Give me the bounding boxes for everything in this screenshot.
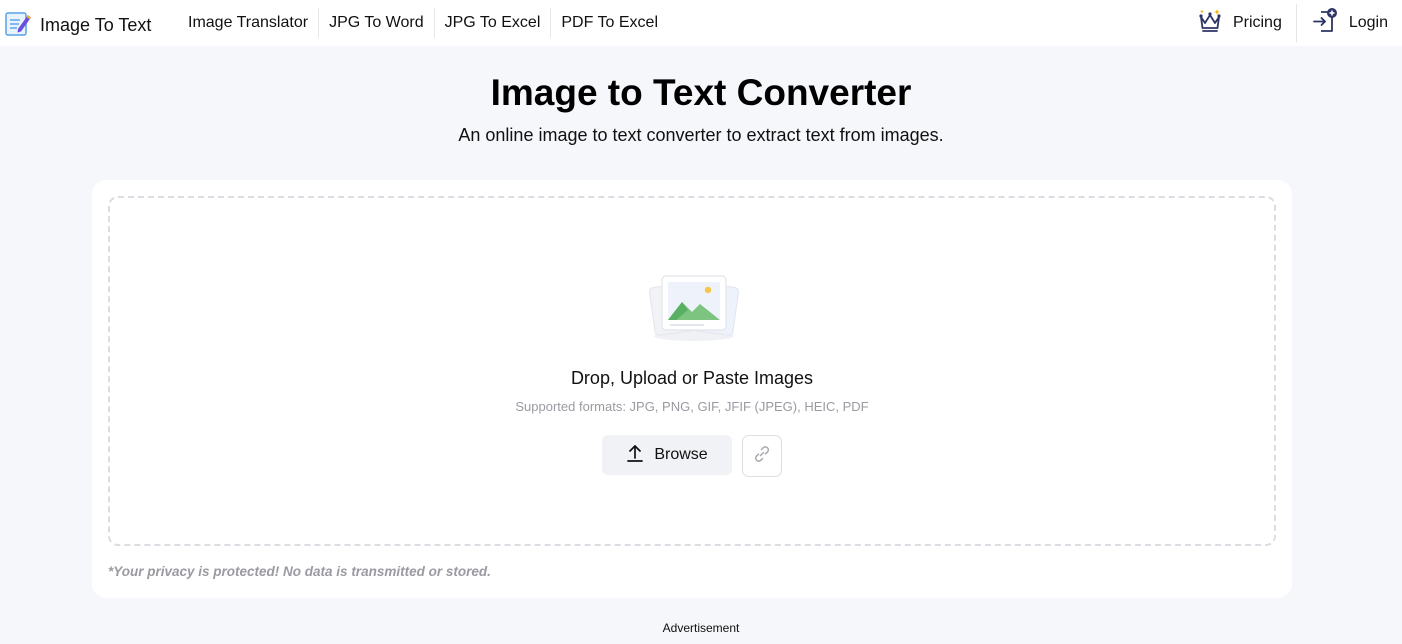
browse-button[interactable]: Browse xyxy=(602,435,732,475)
nav-link-jpg-to-excel[interactable]: JPG To Excel xyxy=(433,8,551,38)
nav-link-image-translator[interactable]: Image Translator xyxy=(178,8,318,38)
paste-url-button[interactable] xyxy=(742,435,782,477)
image-dropzone[interactable]: Drop, Upload or Paste Images Supported f… xyxy=(108,196,1276,546)
pricing-link[interactable]: Pricing xyxy=(1183,4,1296,42)
upload-icon xyxy=(626,443,644,468)
browse-label: Browse xyxy=(654,446,708,463)
advertisement-label: Advertisement xyxy=(662,621,740,635)
nav-link-pdf-to-excel[interactable]: PDF To Excel xyxy=(550,8,668,38)
dropzone-title: Drop, Upload or Paste Images xyxy=(570,368,814,388)
pricing-label: Pricing xyxy=(1232,14,1282,31)
image-files-icon xyxy=(646,270,742,342)
brand-name: Image To Text xyxy=(40,15,152,35)
top-navbar: Image To Text Image Translator JPG To Wo… xyxy=(0,0,1402,46)
brand-logo-link[interactable]: Image To Text xyxy=(4,9,151,42)
privacy-note: *Your privacy is protected! No data is t… xyxy=(108,564,491,579)
supported-formats: Supported formats: JPG, PNG, GIF, JFIF (… xyxy=(515,399,869,414)
login-link[interactable]: Login xyxy=(1295,4,1388,42)
upload-card: Drop, Upload or Paste Images Supported f… xyxy=(92,180,1292,598)
login-icon xyxy=(1311,7,1339,40)
main-nav: Image Translator JPG To Word JPG To Exce… xyxy=(178,0,668,46)
login-label: Login xyxy=(1348,14,1388,31)
nav-actions: Pricing Login xyxy=(1183,0,1388,46)
notepad-pencil-icon xyxy=(4,9,32,42)
page-title: Image to Text Converter xyxy=(490,72,912,113)
nav-link-jpg-to-word[interactable]: JPG To Word xyxy=(318,8,434,38)
page-subtitle: An online image to text converter to ext… xyxy=(458,125,944,145)
crown-icon xyxy=(1197,8,1223,39)
link-icon xyxy=(752,444,772,469)
